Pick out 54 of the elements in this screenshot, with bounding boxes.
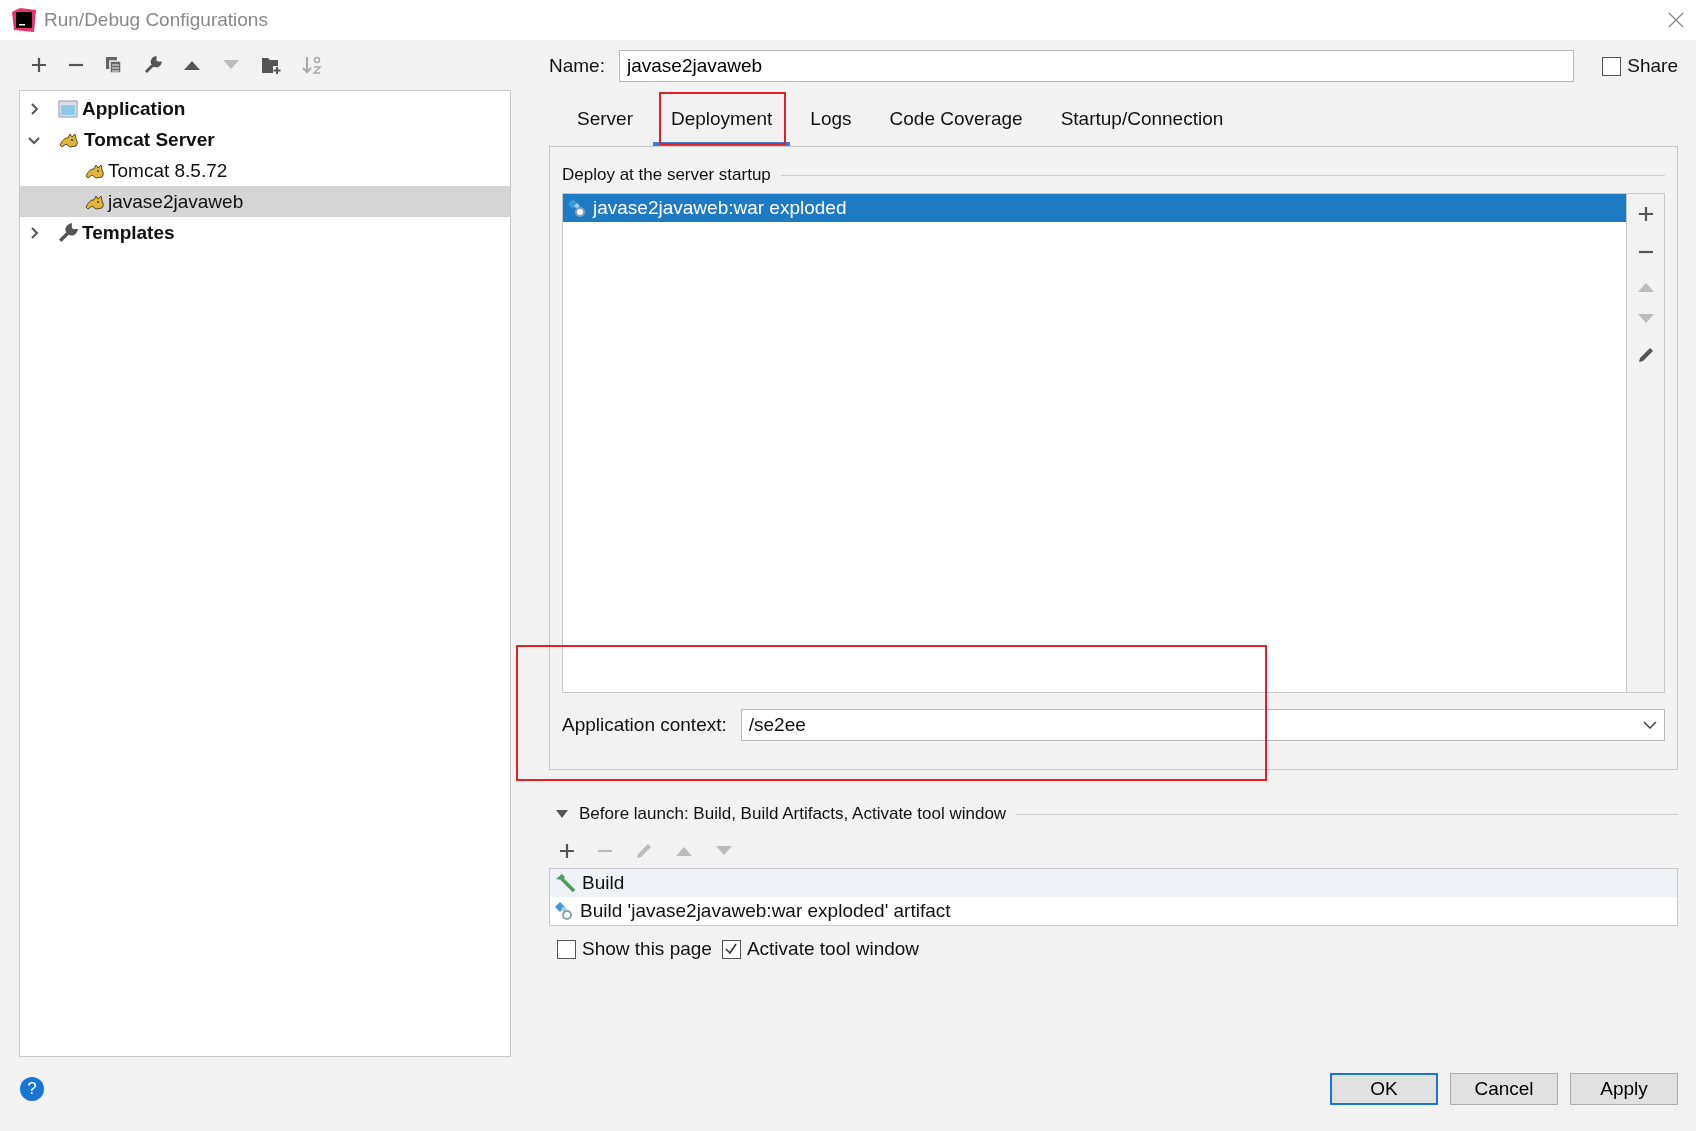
add-icon[interactable] — [559, 843, 575, 859]
option-checkbox[interactable]: Activate tool window — [721, 938, 920, 960]
pencil-icon[interactable] — [1636, 346, 1655, 364]
tree-item[interactable]: Tomcat 8.5.72 — [20, 155, 510, 186]
wrench-icon — [58, 222, 78, 243]
option-checkbox[interactable]: Show this page — [557, 938, 712, 960]
dialog-button[interactable]: Cancel — [1450, 1073, 1558, 1105]
sort-icon — [302, 55, 322, 75]
move-down-icon — [1636, 314, 1655, 324]
section-title: Before launch: Build, Build Artifacts, Activate tool window — [579, 804, 1007, 824]
move-down-icon — [715, 846, 733, 856]
move-down-icon — [222, 60, 240, 70]
dropdown-caret-icon[interactable] — [1643, 721, 1657, 729]
pencil-icon — [635, 842, 653, 860]
task-item[interactable]: Build — [550, 869, 1677, 897]
wrench-icon[interactable] — [144, 56, 162, 74]
tree-item[interactable]: javase2javaweb — [20, 186, 510, 217]
add-icon[interactable] — [31, 57, 47, 73]
move-up-icon[interactable] — [183, 60, 201, 70]
dialog-button[interactable]: Apply — [1570, 1073, 1678, 1105]
tree-item[interactable]: Templates — [20, 217, 510, 248]
hammer-icon — [554, 873, 576, 893]
dialog-button[interactable]: OK — [1330, 1073, 1438, 1105]
check-icon — [724, 942, 739, 956]
share-checkbox[interactable]: Share — [1602, 55, 1678, 77]
move-up-icon — [1636, 282, 1655, 292]
tab[interactable]: Startup/Connection — [1042, 96, 1242, 146]
app-logo-icon — [12, 8, 36, 32]
tab[interactable]: Deployment — [652, 96, 791, 146]
close-icon[interactable] — [1668, 12, 1684, 28]
tree-item[interactable]: Tomcat Server — [20, 124, 510, 155]
tree-item[interactable]: Application — [20, 93, 510, 124]
tab[interactable]: Logs — [792, 96, 870, 146]
name-field[interactable]: javase2javaweb — [618, 50, 1574, 82]
task-item[interactable]: Build 'javase2javaweb:war exploded' artifact — [550, 897, 1677, 925]
artifact-item[interactable]: javase2javaweb:war exploded — [563, 194, 1626, 222]
add-icon[interactable] — [1637, 206, 1654, 222]
new-folder-icon[interactable] — [261, 56, 281, 74]
chevron-right-icon[interactable] — [28, 226, 40, 239]
copy-icon[interactable] — [105, 56, 123, 74]
tab[interactable]: Server — [559, 96, 651, 146]
chevron-right-icon[interactable] — [28, 102, 40, 115]
window-icon — [58, 99, 78, 118]
window-title: Run/Debug Configurations — [44, 9, 269, 31]
context-combo-box[interactable]: /se2ee — [740, 709, 1665, 741]
artifact-icon — [567, 198, 587, 218]
context-label: Application context: — [562, 714, 727, 736]
tab[interactable]: Code Coverage — [871, 96, 1041, 146]
help-button[interactable]: ? — [20, 1077, 44, 1101]
section-title: Deploy at the server startup — [562, 165, 771, 185]
name-label: Name: — [549, 55, 605, 77]
move-up-icon — [675, 846, 693, 856]
triangle-down-icon[interactable] — [555, 809, 569, 819]
artifact-icon — [554, 901, 574, 921]
